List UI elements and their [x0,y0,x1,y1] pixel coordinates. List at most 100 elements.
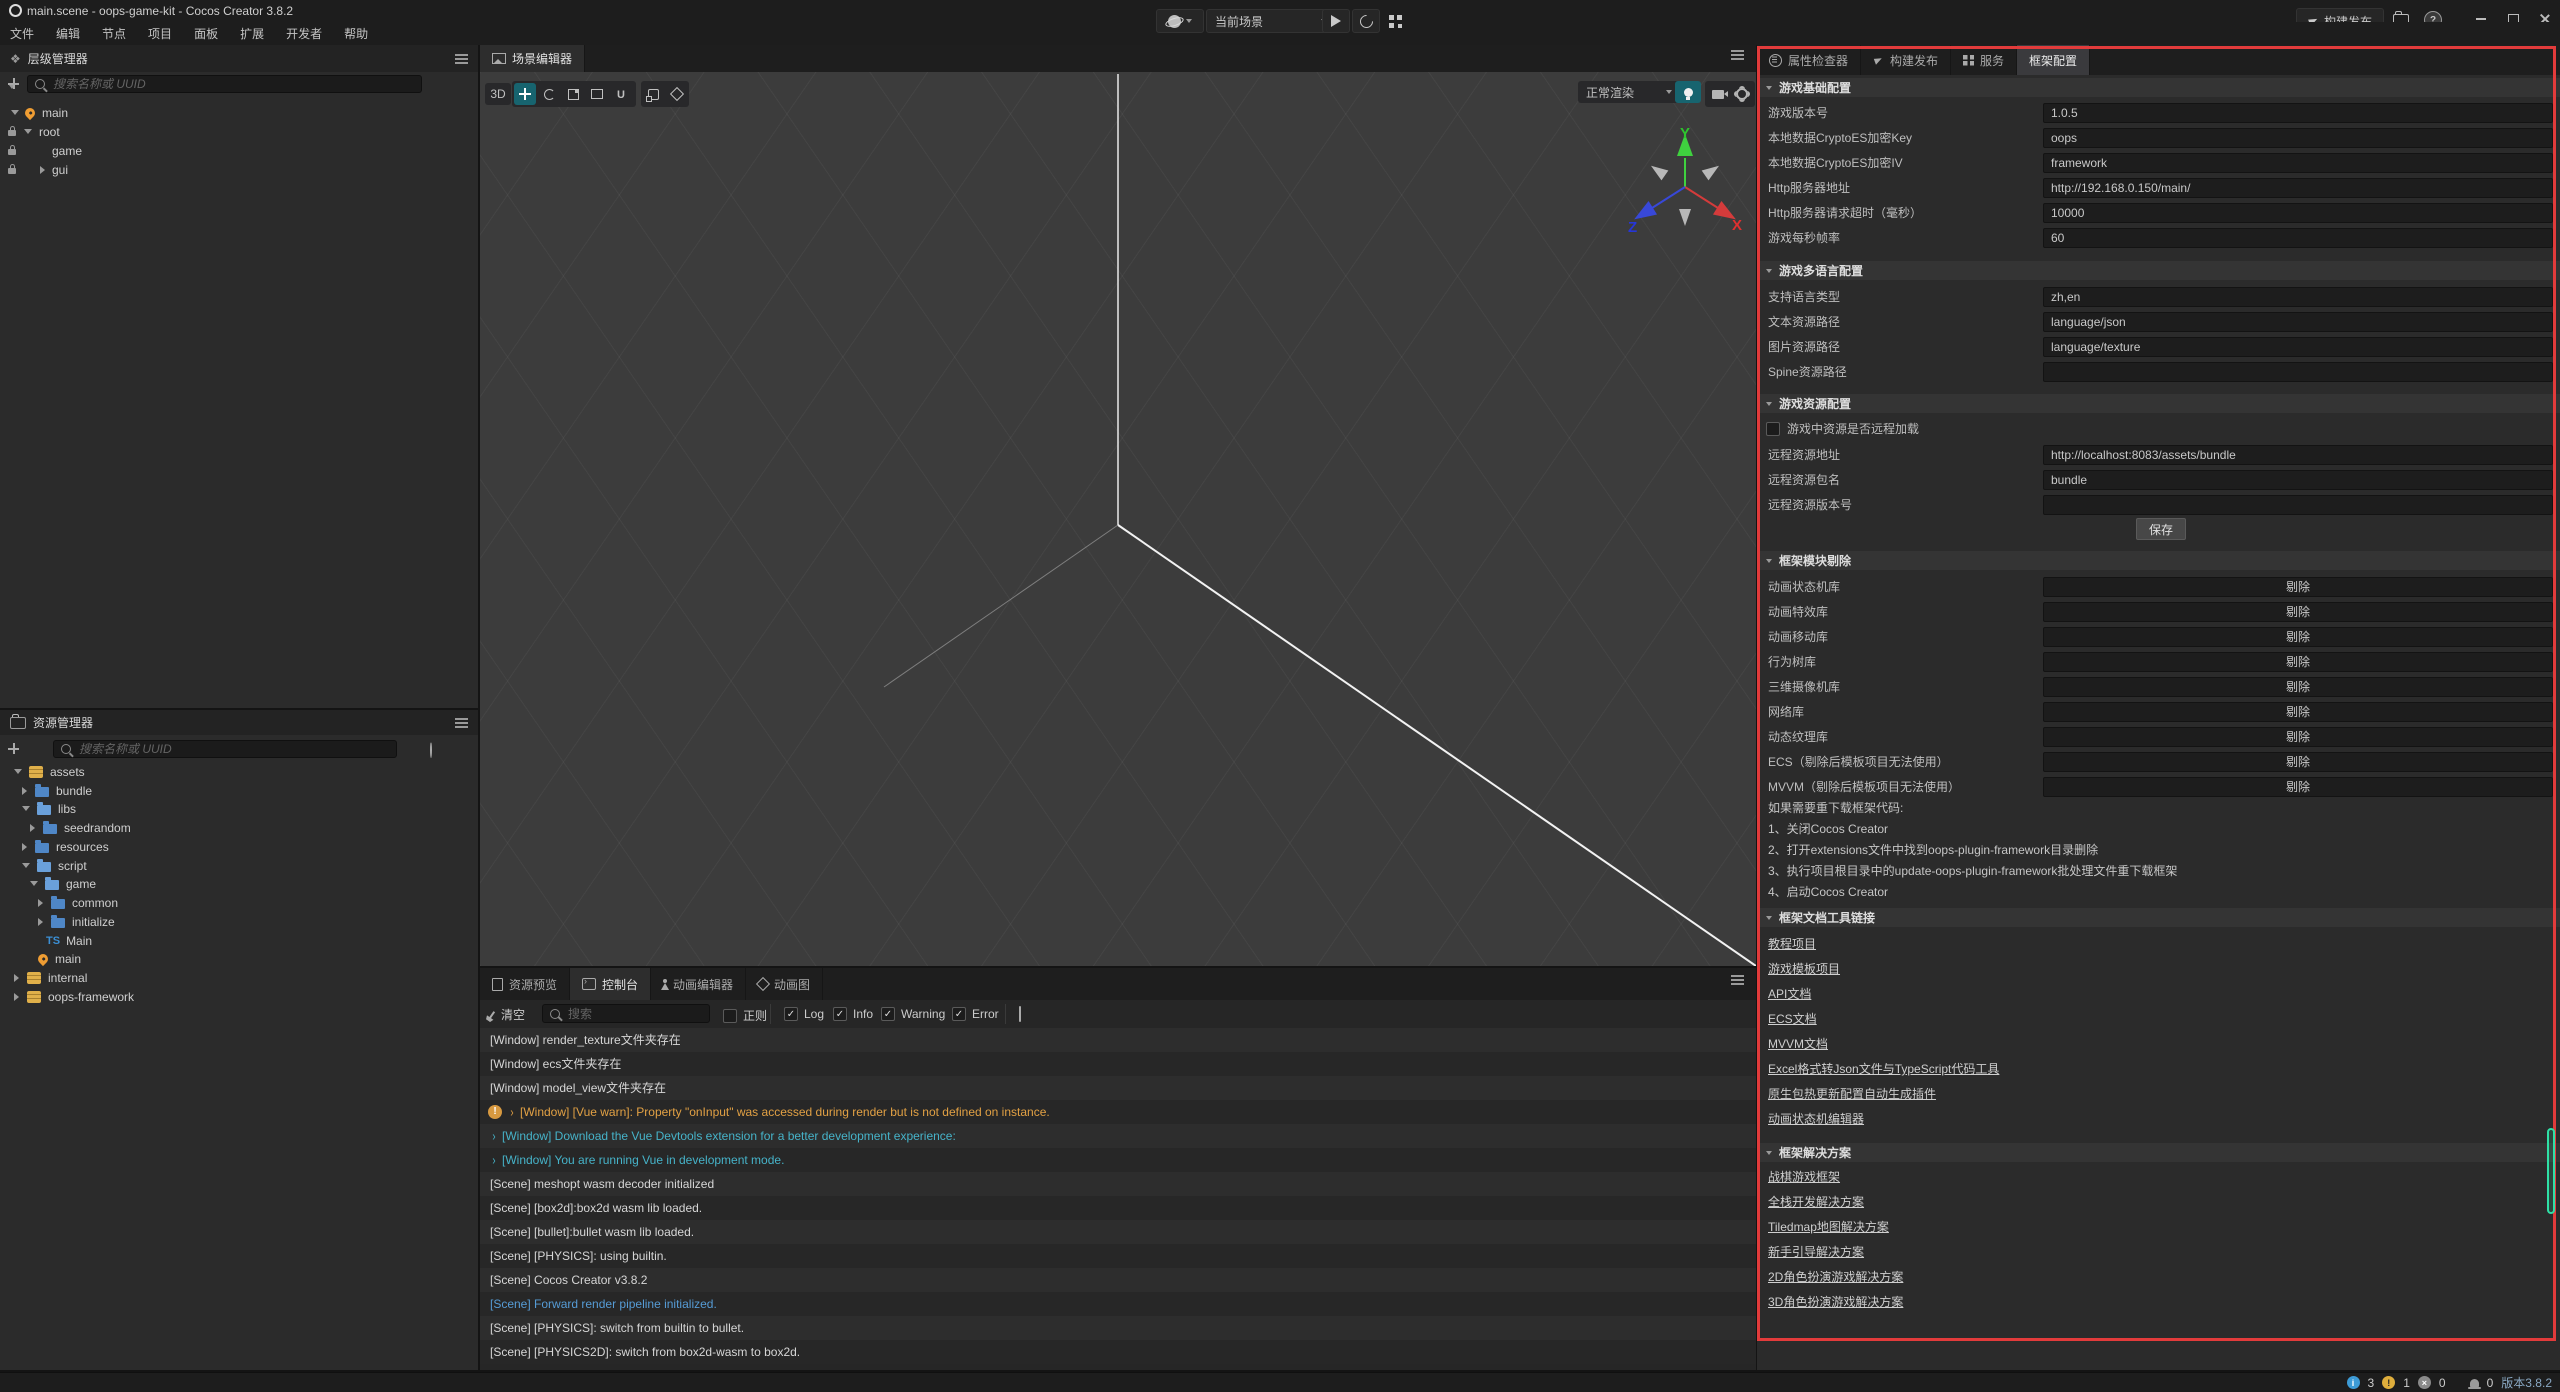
remote-url-input[interactable]: http://localhost:8083/assets/bundle [2043,445,2553,465]
remove-module-button[interactable]: 剔除 [2043,752,2553,772]
filter-error-checkbox[interactable]: Error [952,1007,999,1021]
asset-row-initialize[interactable]: initialize [0,912,478,931]
log-row[interactable]: [Scene] [bullet]:bullet wasm lib loaded. [480,1220,1756,1244]
filter-log-checkbox[interactable]: Log [784,1007,824,1021]
assets-refresh-button[interactable] [430,743,432,757]
console-log-file-button[interactable] [1019,1007,1021,1021]
chevron-down-icon[interactable] [22,806,30,811]
menu-developer[interactable]: 开发者 [286,25,322,42]
tab-animation-editor[interactable]: 动画编辑器 [651,968,746,1000]
chevron-right-icon[interactable] [38,899,43,907]
log-row-warning[interactable]: › [Window] [Vue warn]: Property "onInput… [480,1100,1756,1124]
link-3d-rpg-solution[interactable]: 3D角色扮演游戏解决方案 [1768,1294,1903,1310]
hierarchy-node-main[interactable]: main [0,103,478,122]
checkbox-checked-icon[interactable] [833,1007,847,1021]
asset-row-bundle[interactable]: bundle [0,781,478,800]
remove-module-button[interactable]: 剔除 [2043,652,2553,672]
asset-row-common[interactable]: common [0,893,478,912]
log-row-highlight[interactable]: [Scene] Forward render pipeline initiali… [480,1292,1756,1316]
hierarchy-node-gui[interactable]: gui [0,160,478,179]
chevron-right-icon[interactable] [22,787,27,795]
scale-tool-button[interactable] [562,83,584,105]
asset-row-resources[interactable]: resources [0,837,478,856]
menu-extension[interactable]: 扩展 [240,25,264,42]
crypto-key-input[interactable]: oops [2043,128,2553,148]
scene-camera-button[interactable] [1706,83,1729,105]
warning-count-icon[interactable]: ! [2382,1376,2395,1389]
tab-services[interactable]: 服务 [1951,45,2017,75]
log-row[interactable]: [Scene] meshopt wasm decoder initialized [480,1172,1756,1196]
error-count-icon[interactable]: × [2418,1376,2431,1389]
expand-arrow-icon[interactable]: › [492,1147,495,1173]
assets-search-input[interactable] [77,741,389,757]
text-path-input[interactable]: language/json [2043,312,2553,332]
remote-version-input[interactable] [2043,495,2553,515]
asset-row-seedrandom[interactable]: seedrandom [0,818,478,837]
log-row[interactable]: [Window] model_view文件夹存在 [480,1076,1756,1100]
asset-row-libs[interactable]: libs [0,799,478,818]
link-tiledmap-solution[interactable]: Tiledmap地图解决方案 [1768,1219,1889,1235]
hierarchy-search-input[interactable] [51,76,414,92]
scene-viewport[interactable]: 3D 正常渲染 Y X Z [480,72,1756,966]
log-row[interactable]: [Window] ecs文件夹存在 [480,1052,1756,1076]
play-button[interactable] [1322,9,1350,33]
checkbox-checked-icon[interactable] [784,1007,798,1021]
checkbox-icon[interactable] [1766,422,1780,436]
move-tool-button[interactable] [514,83,536,105]
remove-module-button[interactable]: 剔除 [2043,777,2553,797]
log-row-info[interactable]: › [Window] You are running Vue in develo… [480,1148,1756,1172]
panel-menu-icon[interactable] [455,58,468,60]
section-i18n-config[interactable]: 游戏多语言配置 [1757,261,2560,280]
console-search-input[interactable] [566,1006,702,1022]
menu-project[interactable]: 项目 [148,25,172,42]
tab-inspector[interactable]: 属性检查器 [1757,45,1861,75]
link-guide-solution[interactable]: 新手引导解决方案 [1768,1244,1864,1260]
link-fullstack-solution[interactable]: 全栈开发解决方案 [1768,1194,1864,1210]
render-mode-dropdown[interactable]: 正常渲染 [1578,81,1680,103]
lock-icon[interactable] [8,130,16,136]
chevron-right-icon[interactable] [40,166,45,174]
tab-console[interactable]: 控制台 [570,968,651,1000]
link-wargame-framework[interactable]: 战棋游戏框架 [1768,1169,1840,1185]
info-count-icon[interactable]: i [2347,1376,2360,1389]
hierarchy-node-root[interactable]: root [0,122,478,141]
panel-menu-icon[interactable] [455,722,468,724]
reload-button[interactable] [1352,9,1380,33]
section-module-trim[interactable]: 框架模块剔除 [1757,551,2560,570]
filter-info-checkbox[interactable]: Info [833,1007,873,1021]
create-node-button[interactable] [8,78,15,92]
preview-scene-dropdown[interactable]: 当前场景 [1206,9,1336,33]
expand-arrow-icon[interactable]: › [492,1123,495,1149]
remote-load-checkbox[interactable]: 游戏中资源是否远程加载 [1766,420,1919,437]
tab-asset-preview[interactable]: 资源预览 [480,968,570,1000]
navigation-gizmo[interactable]: Y X Z [1620,120,1750,250]
menu-panel[interactable]: 面板 [194,25,218,42]
remove-module-button[interactable]: 剔除 [2043,577,2553,597]
expand-arrow-icon[interactable]: › [510,1099,513,1125]
remove-module-button[interactable]: 剔除 [2043,627,2553,647]
remove-module-button[interactable]: 剔除 [2043,677,2553,697]
save-button[interactable]: 保存 [2136,518,2186,540]
asset-row-game[interactable]: game [0,874,478,893]
chevron-down-icon[interactable] [24,129,32,134]
lock-icon[interactable] [8,149,16,155]
languages-input[interactable]: zh,en [2043,287,2553,307]
section-solutions[interactable]: 框架解决方案 [1757,1143,2560,1162]
log-row[interactable]: [Scene] Cocos Creator v3.8.2 [480,1268,1756,1292]
ui-transform-tool-button[interactable] [610,83,632,105]
tab-scene-editor[interactable]: 场景编辑器 [480,45,585,72]
regex-checkbox[interactable]: 正则 [723,1007,767,1024]
menu-help[interactable]: 帮助 [344,25,368,42]
log-row[interactable]: [Scene] [PHYSICS2D]: switch from box2d-w… [480,1340,1756,1364]
link-2d-rpg-solution[interactable]: 2D角色扮演游戏解决方案 [1768,1269,1903,1285]
http-server-input[interactable]: http://192.168.0.150/main/ [2043,178,2553,198]
menu-file[interactable]: 文件 [10,25,34,42]
crypto-iv-input[interactable]: framework [2043,153,2553,173]
chevron-down-icon[interactable] [30,881,38,886]
fps-input[interactable]: 60 [2043,228,2553,248]
asset-row-main-scene[interactable]: main [0,949,478,968]
remove-module-button[interactable]: 剔除 [2043,602,2553,622]
remote-bundle-input[interactable]: bundle [2043,470,2553,490]
rect-tool-button[interactable] [586,83,608,105]
remove-module-button[interactable]: 剔除 [2043,702,2553,722]
